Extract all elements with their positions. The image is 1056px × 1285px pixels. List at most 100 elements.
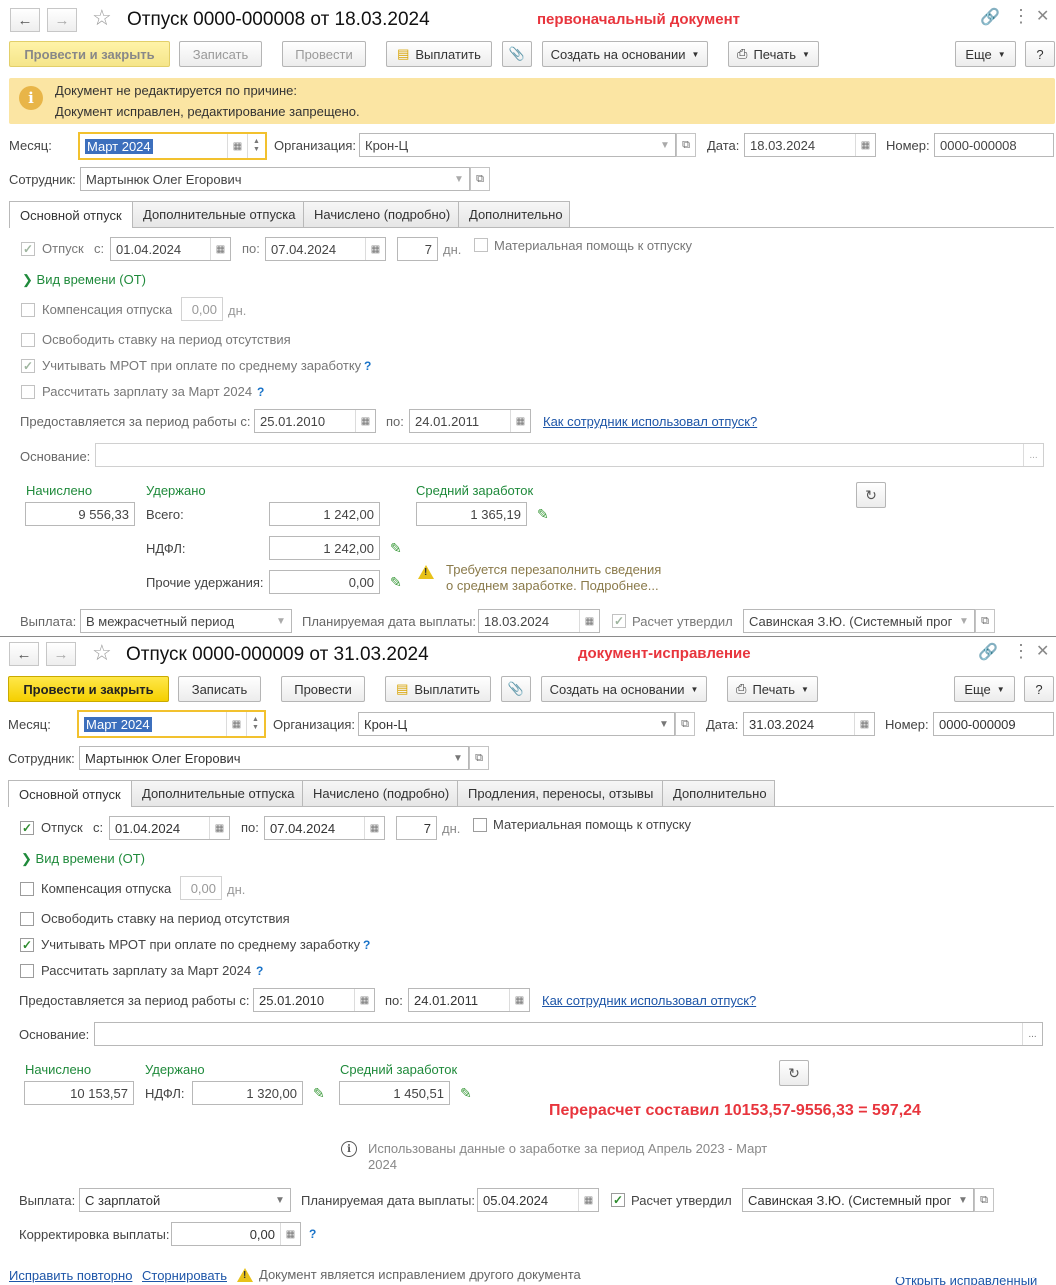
pay-button[interactable]: ▤ Выплатить	[385, 676, 491, 702]
compensation-checkbox[interactable]	[20, 882, 34, 896]
create-based-button[interactable]: Создать на основании ▼	[542, 41, 708, 67]
post-and-close-button[interactable]: Провести и закрыть	[9, 41, 170, 67]
open-icon[interactable]: ⧉	[975, 609, 995, 633]
date-field[interactable]: 18.03.2024 ▦	[744, 133, 876, 157]
org-field[interactable]: Крон-Ц ▼	[358, 712, 675, 736]
post-button[interactable]: Провести	[281, 676, 365, 702]
forward-button[interactable]: →	[46, 642, 76, 666]
mrot-checkbox[interactable]: ✓	[20, 938, 34, 952]
tab-main-vacation[interactable]: Основной отпуск	[9, 201, 133, 228]
basis-field[interactable]: ...	[95, 443, 1044, 467]
material-aid-checkbox[interactable]	[473, 818, 487, 832]
date-field[interactable]: 31.03.2024 ▦	[743, 712, 875, 736]
calendar-icon[interactable]: ▦	[364, 817, 384, 839]
forward-button[interactable]: →	[47, 8, 77, 32]
calendar-icon[interactable]: ▦	[578, 1189, 598, 1211]
dropdown-arrow-icon[interactable]: ▼	[448, 747, 468, 769]
dropdown-arrow-icon[interactable]: ▼	[449, 168, 469, 190]
days-field[interactable]: 7	[396, 816, 437, 840]
link-icon[interactable]: 🔗	[980, 10, 1000, 26]
period-from-field[interactable]: 25.01.2010 ▦	[253, 988, 375, 1012]
help-button[interactable]: ?	[1024, 676, 1054, 702]
help-button[interactable]: ?	[1025, 41, 1055, 67]
vacation-from-field[interactable]: 01.04.2024 ▦	[110, 237, 231, 261]
refresh-button[interactable]: ↻	[856, 482, 886, 508]
time-type-link[interactable]: ❯ Вид времени (ОТ)	[21, 851, 145, 867]
calculator-icon[interactable]: ▦	[280, 1223, 300, 1245]
open-icon[interactable]: ⧉	[470, 167, 490, 191]
tab-accrued-detailed[interactable]: Начислено (подробно)	[302, 780, 458, 806]
org-field[interactable]: Крон-Ц ▼	[359, 133, 676, 157]
help-question-icon[interactable]: ?	[309, 1226, 316, 1242]
ellipsis-icon[interactable]: ...	[1023, 444, 1043, 466]
compensation-checkbox[interactable]	[21, 303, 35, 317]
refresh-button[interactable]: ↻	[779, 1060, 809, 1086]
avg-earnings-field[interactable]: 1 450,51	[339, 1081, 450, 1105]
calendar-icon[interactable]: ▦	[510, 410, 530, 432]
employee-field[interactable]: Мартынюк Олег Егорович ▼	[79, 746, 469, 770]
post-button[interactable]: Провести	[282, 41, 366, 67]
number-field[interactable]: 0000-000008	[934, 133, 1054, 157]
more-vertical-icon[interactable]: ⋮	[1012, 7, 1030, 25]
approved-by-field[interactable]: Савинская З.Ю. (Системный прог ▼	[742, 1188, 974, 1212]
more-button[interactable]: Еще ▼	[954, 676, 1015, 702]
stepper-icon[interactable]: ▲ ▼	[246, 712, 264, 736]
help-question-icon[interactable]: ?	[364, 358, 371, 374]
compensation-days-field[interactable]: 0,00	[180, 876, 222, 900]
payment-field[interactable]: В межрасчетный период ▼	[80, 609, 292, 633]
post-and-close-button[interactable]: Провести и закрыть	[8, 676, 169, 702]
vacation-to-field[interactable]: 07.04.2024 ▦	[264, 816, 385, 840]
tab-additional-vacations[interactable]: Дополнительные отпуска	[131, 780, 303, 806]
month-field[interactable]: Март 2024 ▦ ▲ ▼	[77, 710, 266, 738]
close-icon[interactable]: ✕	[1036, 9, 1049, 25]
tab-additional-vacations[interactable]: Дополнительные отпуска	[132, 201, 304, 227]
edit-pencil-icon[interactable]: ✎	[313, 1086, 325, 1100]
calendar-icon[interactable]: ▦	[579, 610, 599, 632]
accrued-field[interactable]: 10 153,57	[24, 1081, 134, 1105]
calendar-icon[interactable]: ▦	[365, 238, 385, 260]
basis-field[interactable]: ...	[94, 1022, 1043, 1046]
favorite-star-icon[interactable]: ☆	[92, 641, 112, 665]
tab-accrued-detailed[interactable]: Начислено (подробно)	[303, 201, 459, 227]
material-aid-checkbox[interactable]	[474, 238, 488, 252]
vacation-checkbox[interactable]: ✓	[21, 242, 35, 256]
total-withheld-field[interactable]: 1 242,00	[269, 502, 380, 526]
open-icon[interactable]: ⧉	[469, 746, 489, 770]
more-button[interactable]: Еще ▼	[955, 41, 1016, 67]
reverse-link[interactable]: Сторнировать	[142, 1268, 227, 1284]
edit-pencil-icon[interactable]: ✎	[390, 541, 402, 555]
employee-field[interactable]: Мартынюк Олег Егорович ▼	[80, 167, 470, 191]
number-field[interactable]: 0000-000009	[933, 712, 1054, 736]
payment-field[interactable]: С зарплатой ▼	[79, 1188, 291, 1212]
dropdown-arrow-icon[interactable]: ▼	[954, 610, 974, 632]
print-button[interactable]: ⎙ Печать ▼	[728, 41, 819, 67]
vacation-to-field[interactable]: 07.04.2024 ▦	[265, 237, 386, 261]
open-icon[interactable]: ⧉	[675, 712, 695, 736]
usage-link[interactable]: Как сотрудник использовал отпуск?	[543, 414, 757, 430]
release-rate-checkbox[interactable]	[21, 333, 35, 347]
attach-button[interactable]: 📎	[502, 41, 532, 67]
pay-button[interactable]: ▤ Выплатить	[386, 41, 492, 67]
calendar-icon[interactable]: ▦	[226, 712, 246, 736]
calendar-icon[interactable]: ▦	[354, 989, 374, 1011]
edit-pencil-icon[interactable]: ✎	[460, 1086, 472, 1100]
help-question-icon[interactable]: ?	[256, 963, 263, 979]
calendar-icon[interactable]: ▦	[209, 817, 229, 839]
planned-date-field[interactable]: 18.03.2024 ▦	[478, 609, 600, 633]
avg-earnings-field[interactable]: 1 365,19	[416, 502, 527, 526]
dropdown-arrow-icon[interactable]: ▼	[953, 1189, 973, 1211]
edit-pencil-icon[interactable]: ✎	[390, 575, 402, 589]
back-button[interactable]: ←	[10, 8, 40, 32]
help-question-icon[interactable]: ?	[257, 384, 264, 400]
other-withholdings-field[interactable]: 0,00	[269, 570, 380, 594]
dropdown-arrow-icon[interactable]: ▼	[655, 134, 675, 156]
accrued-field[interactable]: 9 556,33	[25, 502, 135, 526]
vacation-from-field[interactable]: 01.04.2024 ▦	[109, 816, 230, 840]
write-button[interactable]: Записать	[179, 41, 262, 67]
usage-link[interactable]: Как сотрудник использовал отпуск?	[542, 993, 756, 1009]
vacation-checkbox[interactable]: ✓	[20, 821, 34, 835]
tab-additional[interactable]: Дополнительно	[458, 201, 570, 227]
time-type-link[interactable]: ❯ Вид времени (ОТ)	[22, 272, 146, 288]
mrot-checkbox[interactable]: ✓	[21, 359, 35, 373]
fix-again-link[interactable]: Исправить повторно	[9, 1268, 132, 1284]
